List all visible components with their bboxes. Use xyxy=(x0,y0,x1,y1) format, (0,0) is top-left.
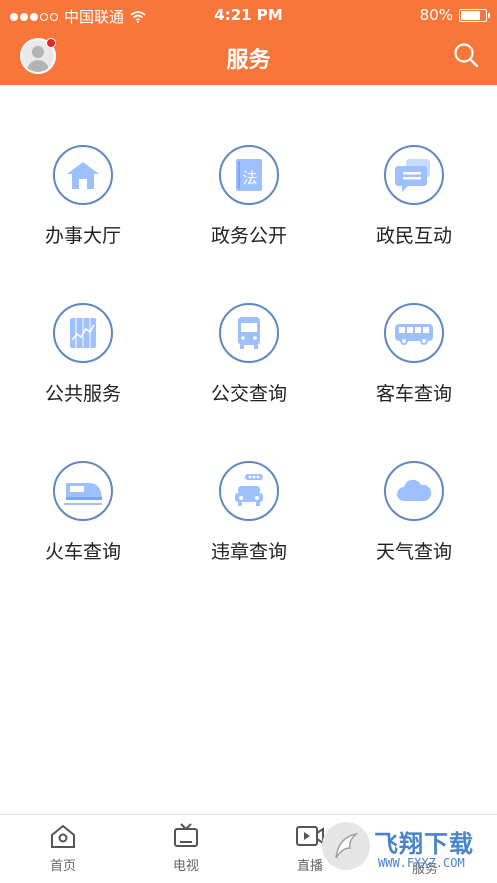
tv-icon xyxy=(174,823,198,847)
video-camera-icon xyxy=(296,826,324,846)
service-item-bus[interactable]: 公交查询 xyxy=(166,303,332,406)
watermark-url: WWW.FXXZ.COM xyxy=(378,856,465,870)
chat-bubbles-icon xyxy=(384,145,444,205)
status-bar: 中国联通 4:21 PM 80% xyxy=(0,0,497,30)
service-item-weather[interactable]: 天气查询 xyxy=(331,461,497,564)
watermark: 飞翔下载 WWW.FXXZ.COM xyxy=(322,820,487,875)
train-icon xyxy=(53,461,113,521)
watermark-brand: 飞翔下载 xyxy=(374,830,474,858)
service-label: 公交查询 xyxy=(210,383,287,405)
service-item-gov-open[interactable]: 法 政务公开 xyxy=(166,145,332,248)
service-label: 政务公开 xyxy=(210,225,287,247)
tab-label: 电视 xyxy=(172,859,199,874)
chart-panel-icon xyxy=(53,303,113,363)
service-item-hall[interactable]: 办事大厅 xyxy=(0,145,166,248)
battery-percent: 80% xyxy=(419,6,453,24)
service-label: 火车查询 xyxy=(44,541,121,563)
law-book-icon: 法 xyxy=(219,145,279,205)
service-label: 办事大厅 xyxy=(44,225,121,247)
coach-bus-icon xyxy=(384,303,444,363)
service-item-interaction[interactable]: 政民互动 xyxy=(331,145,497,248)
app-header: 服务 xyxy=(0,30,497,85)
service-item-public[interactable]: 公共服务 xyxy=(0,303,166,406)
page-title: 服务 xyxy=(226,48,271,73)
house-icon xyxy=(53,145,113,205)
tab-label: 首页 xyxy=(49,859,76,874)
cloud-icon xyxy=(384,461,444,521)
service-label: 客车查询 xyxy=(375,383,452,405)
tab-home[interactable]: 首页 xyxy=(23,823,103,874)
watermark-logo-icon xyxy=(322,822,370,870)
service-label: 公共服务 xyxy=(44,383,121,405)
service-item-violation[interactable]: 违章查询 xyxy=(166,461,332,564)
traffic-car-icon xyxy=(219,461,279,521)
home-icon xyxy=(51,824,75,848)
service-label: 政民互动 xyxy=(375,225,452,247)
tab-tv[interactable]: 电视 xyxy=(146,823,226,874)
bus-front-icon xyxy=(219,303,279,363)
search-icon[interactable] xyxy=(453,42,479,68)
law-book-glyph: 法 xyxy=(242,169,257,187)
service-item-coach[interactable]: 客车查询 xyxy=(331,303,497,406)
service-item-train[interactable]: 火车查询 xyxy=(0,461,166,564)
battery-status: 80% xyxy=(419,6,490,24)
service-label: 违章查询 xyxy=(210,541,287,563)
battery-icon xyxy=(459,8,490,22)
service-label: 天气查询 xyxy=(375,541,452,563)
bottom-tab-bar: 首页 电视 直播 服务 飞翔下载 WWW.FXXZ.COM xyxy=(0,814,497,883)
